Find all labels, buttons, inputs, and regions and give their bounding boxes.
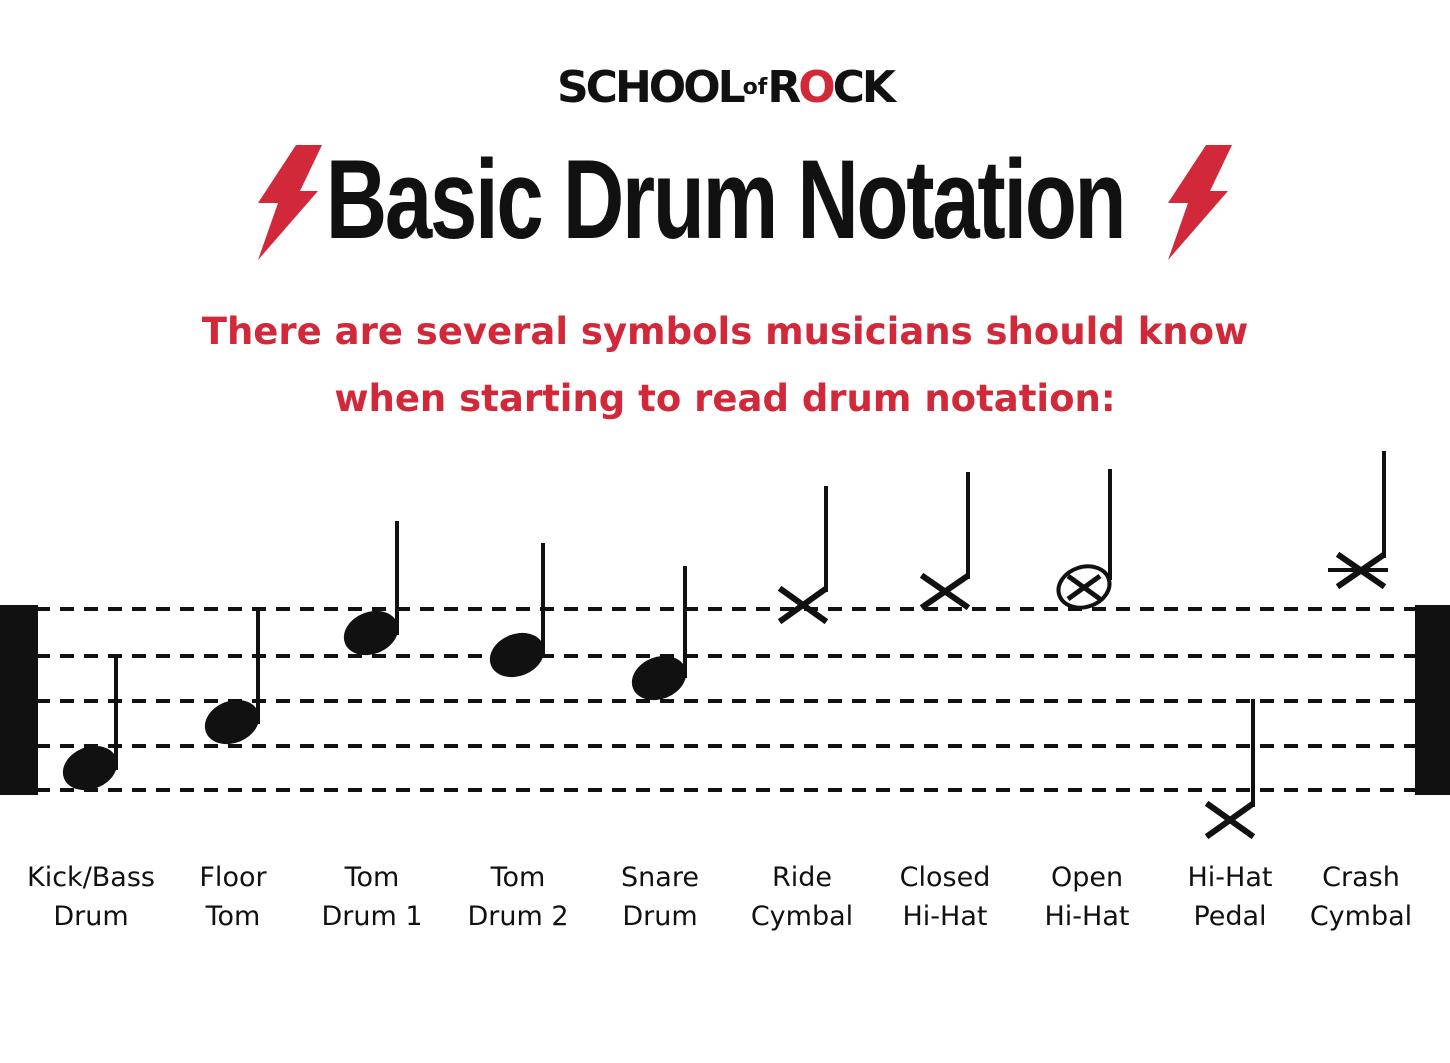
label-tom2-line2: Drum 2	[467, 901, 569, 932]
snare-drum-note	[631, 566, 687, 701]
tom-2-notehead	[489, 632, 545, 678]
left-barline	[0, 605, 38, 795]
tom-1-notehead	[343, 610, 399, 656]
label-open-hihat-line1: Open	[1050, 862, 1124, 893]
label-snare-line2: Drum	[622, 901, 698, 932]
label-crash-line1: Crash	[1322, 862, 1400, 893]
label-open-hihat-line2: Hi-Hat	[1044, 901, 1130, 932]
floor-tom-note	[204, 610, 260, 745]
hi-hat-pedal-note	[1204, 699, 1256, 840]
label-kick-bass-drum: Kick/Bass Drum	[11, 858, 171, 936]
snare-notehead	[631, 655, 687, 701]
closed-hi-hat-note	[919, 472, 971, 611]
label-ride-cymbal: Ride Cymbal	[722, 858, 882, 936]
open-hi-hat-note	[1056, 469, 1112, 610]
label-kick-line2: Drum	[53, 901, 129, 932]
label-crash-cymbal: Crash Cymbal	[1281, 858, 1441, 936]
label-kick-line1: Kick/Bass	[27, 862, 155, 893]
label-snare-line1: Snare	[621, 862, 699, 893]
label-tom1-line1: Tom	[344, 862, 400, 893]
label-closed-hihat-line2: Hi-Hat	[902, 901, 988, 932]
tom-drum-1-note	[343, 521, 399, 656]
label-tom2-line1: Tom	[490, 862, 546, 893]
tom-drum-2-note	[489, 543, 545, 678]
ride-cymbal-note	[777, 486, 829, 625]
label-tom-drum-1: Tom Drum 1	[292, 858, 452, 936]
label-crash-line2: Cymbal	[1309, 901, 1413, 932]
label-closed-hi-hat: Closed Hi-Hat	[865, 858, 1025, 936]
label-ride-line2: Cymbal	[750, 901, 854, 932]
label-floor-tom-line1: Floor	[199, 862, 267, 893]
crash-cymbal-note	[1328, 451, 1388, 590]
label-floor-tom-line2: Tom	[205, 901, 261, 932]
label-tom-drum-2: Tom Drum 2	[438, 858, 598, 936]
label-closed-hihat-line1: Closed	[899, 862, 991, 893]
label-tom1-line2: Drum 1	[321, 901, 423, 932]
kick-bass-drum-note	[62, 656, 118, 791]
label-open-hi-hat: Open Hi-Hat	[1007, 858, 1167, 936]
staff-lines	[36, 607, 1416, 792]
label-ride-line1: Ride	[771, 862, 832, 893]
label-floor-tom: Floor Tom	[153, 858, 313, 936]
label-snare-drum: Snare Drum	[580, 858, 740, 936]
right-barline	[1415, 605, 1450, 795]
